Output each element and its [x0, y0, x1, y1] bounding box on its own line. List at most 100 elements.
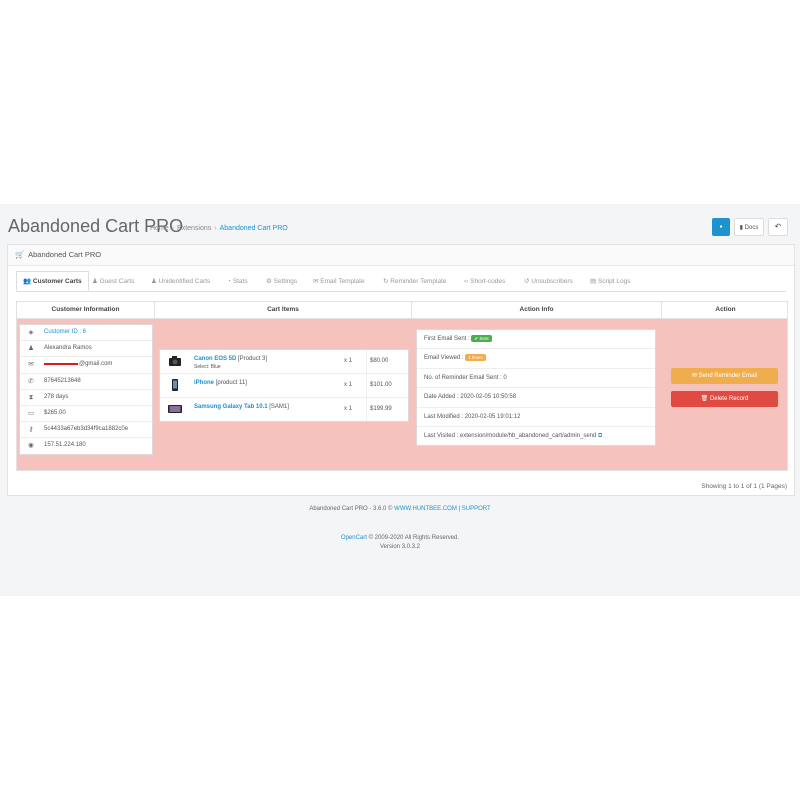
customer-name: Alexandra Ramos [44, 345, 92, 352]
tab-customer-carts[interactable]: 👥 Customer Carts [16, 271, 89, 291]
tab-label: Settings [273, 278, 298, 285]
send-reminder-button[interactable]: ✉ Send Reminder Email [671, 368, 778, 384]
item-name-link[interactable]: Samsung Galaxy Tab 10.1 [194, 404, 268, 410]
last-visited-row: Last Visited : extension/module/hb_aband… [417, 427, 655, 445]
customer-days-row: ⧗ 278 days [20, 390, 152, 406]
customer-total-row: ▭ $265.00 [20, 406, 152, 423]
tab-reminder-template[interactable]: ↻ Reminder Template [383, 271, 447, 291]
admin-canvas: Abandoned Cart PRO Home › Extensions › Aband… [0, 204, 800, 596]
users-icon: 👥 [23, 278, 32, 285]
breadcrumb-home[interactable]: Home [150, 225, 169, 232]
tab-stats[interactable]: ◔ Stats [227, 271, 248, 291]
external-link-icon[interactable]: ⧉ [598, 433, 602, 439]
back-button[interactable]: ↶ [768, 218, 788, 236]
huntbee-link[interactable]: WWW.HUNTBEE.COM [394, 506, 457, 512]
floppy-icon: ▪ [719, 222, 723, 231]
item-price: $101.00 [366, 374, 392, 397]
chart-icon: ◔ [227, 278, 231, 285]
item-quantity: x 1 [344, 382, 353, 388]
item-quantity: x 1 [344, 406, 353, 412]
trash-icon: 🗑 [700, 396, 709, 402]
viewed-badge: 1 times [465, 354, 486, 362]
customer-info-card: ◈ Customer ID : 6 ♟ Alexandra Ramos ✉ @gmai… [19, 324, 153, 455]
delete-record-label: Delete Record [709, 396, 749, 402]
tab-label: Script Logs [597, 278, 631, 285]
copyright-line: OpenCart © 2009-2020 All Rights Reserved… [0, 534, 800, 543]
tab-label: Reminder Template [390, 278, 447, 285]
breadcrumb-separator: › [171, 225, 175, 232]
money-icon: ▭ [27, 409, 35, 417]
tab-short-codes[interactable]: ‹› Short-codes [464, 271, 505, 291]
customer-email: @gmail.com [44, 357, 112, 372]
support-link[interactable]: SUPPORT [462, 506, 491, 512]
panel-heading-text: Abandoned Cart PRO [28, 250, 102, 259]
tab-email-template[interactable]: ✉ Email Template [313, 271, 365, 291]
tab-label: Stats [232, 278, 248, 285]
email-viewed-label: Email Viewed : [424, 355, 464, 362]
sent-badge: ✔ Sent [471, 334, 492, 342]
opencart-link[interactable]: OpenCart [341, 535, 367, 541]
main-panel: 🛒 Abandoned Cart PRO 👥 Customer Carts ♟ … [7, 244, 795, 496]
customer-phone-row: ✆ 87645213648 [20, 374, 152, 390]
history-icon: ↺ [524, 278, 530, 285]
first-email-row: First Email Sent : ✔ Sent [417, 330, 655, 350]
user-icon: ♟ [151, 278, 157, 285]
tab-bar: 👥 Customer Carts ♟ Guest Carts ♟ Unident… [16, 271, 786, 292]
email-viewed-row: Email Viewed : 1 times [417, 349, 655, 369]
envelope-icon: ✉ [313, 278, 319, 285]
tab-label: Short-codes [470, 278, 506, 285]
breadcrumb-separator: › [214, 225, 217, 232]
customer-session-row: ⚷ 5c4433a67eb3d34f9ca1882c0e [20, 422, 152, 439]
item-name-link[interactable]: Canon EOS 5D [194, 356, 236, 362]
docs-button[interactable]: ▮ Docs [734, 218, 764, 236]
module-footer: Abandoned Cart PRO - 3.6.0 © WWW.HUNTBEE… [309, 506, 491, 512]
tab-label: Unsubscribers [531, 278, 573, 285]
envelope-icon: ✉ [691, 373, 697, 379]
tab-label: Guest Carts [99, 278, 135, 285]
save-button[interactable]: ▪ [712, 218, 730, 236]
customer-ip: 157.51.224.180 [44, 442, 86, 449]
tab-unidentified-carts[interactable]: ♟ Unidentified Carts [151, 271, 210, 291]
tab-label: Email Template [320, 278, 365, 285]
docs-label: Docs [744, 225, 759, 231]
column-header-cart-items: Cart Items [155, 302, 412, 318]
item-name-line: iPhone [product 11] [194, 380, 247, 386]
item-price: $199.99 [366, 398, 392, 421]
version-text: Version 3.0.3.2 [379, 544, 421, 550]
date-added-row: Date Added : 2020-02-05 10:50:58 [417, 388, 655, 408]
item-price: $80.00 [366, 350, 388, 373]
item-option: Select: Blue [194, 364, 221, 370]
tab-script-logs[interactable]: ▤ Script Logs [590, 271, 631, 291]
customer-session: 5c4433a67eb3d34f9ca1882c0e [44, 426, 129, 433]
item-name-link[interactable]: iPhone [194, 380, 214, 386]
column-header-customer: Customer Information [17, 302, 155, 318]
key-icon: ⚷ [28, 426, 34, 434]
pagination-info: Showing 1 to 1 of 1 (1 Pages) [701, 483, 787, 490]
reply-icon: ↶ [774, 222, 782, 231]
globe-icon: ◉ [28, 442, 34, 450]
list-item: Canon EOS 5D [Product 3] Select: Blue x … [160, 350, 408, 374]
action-info-card: First Email Sent : ✔ Sent Email Viewed :… [416, 329, 656, 447]
breadcrumb-extensions[interactable]: Extensions [177, 225, 211, 232]
customer-email-domain: @gmail.com [79, 361, 113, 368]
item-name-line: Canon EOS 5D [Product 3] [194, 356, 267, 362]
code-icon: ‹› [464, 278, 469, 285]
user-icon: ♟ [28, 345, 34, 353]
panel-heading: 🛒 Abandoned Cart PRO [8, 245, 794, 266]
tab-settings[interactable]: ⚙ Settings [266, 271, 297, 291]
item-model: [SAM1] [269, 404, 289, 410]
tab-unsubscribers[interactable]: ↺ Unsubscribers [524, 271, 573, 291]
breadcrumb-current[interactable]: Abandoned Cart PRO [220, 225, 288, 232]
item-model: [product 11] [215, 380, 247, 386]
envelope-icon: ✉ [28, 361, 34, 369]
customer-id-link[interactable]: Customer ID : 6 [44, 325, 86, 340]
item-quantity: x 1 [344, 358, 353, 364]
delete-record-button[interactable]: 🗑 Delete Record [671, 391, 778, 407]
table-row: ◈ Customer ID : 6 ♟ Alexandra Ramos ✉ @gmai… [16, 318, 788, 471]
tab-guest-carts[interactable]: ♟ Guest Carts [92, 271, 134, 291]
reminder-count-row: No. of Reminder Email Sent : 0 [417, 369, 655, 389]
customer-total: $265.00 [44, 409, 66, 416]
cart-icon: 🛒 [15, 250, 25, 259]
customer-days: 278 days [44, 393, 69, 400]
customer-id-row: ◈ Customer ID : 6 [20, 325, 152, 342]
